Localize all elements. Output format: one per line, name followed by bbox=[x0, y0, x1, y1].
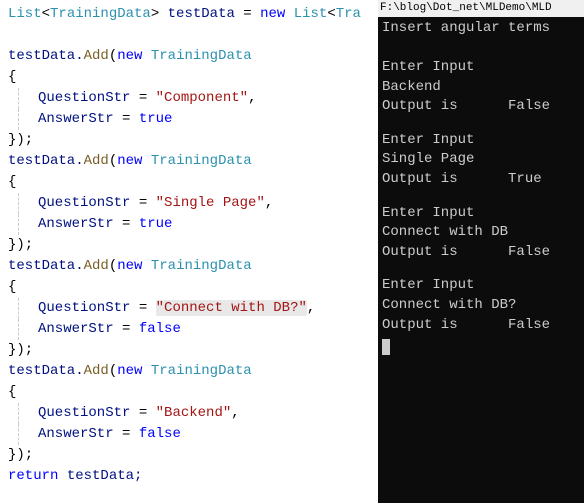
code-line[interactable]: return testData; bbox=[8, 466, 370, 487]
bool-token: false bbox=[139, 321, 181, 337]
variable-token: testData. bbox=[8, 363, 84, 379]
terminal-group: Enter InputBackendOutput is False bbox=[382, 58, 580, 117]
type-token: TrainingData bbox=[151, 363, 252, 379]
type-token: List bbox=[294, 6, 328, 22]
terminal-input: Connect with DB bbox=[382, 223, 580, 243]
type-token: TrainingData bbox=[151, 48, 252, 64]
code-line[interactable]: QuestionStr = "Backend", bbox=[8, 403, 370, 424]
keyword-token: new bbox=[117, 48, 142, 64]
code-line[interactable]: { bbox=[8, 382, 370, 403]
property-token: QuestionStr bbox=[38, 195, 130, 211]
terminal-input: Connect with DB? bbox=[382, 296, 580, 316]
code-line[interactable]: AnswerStr = true bbox=[8, 109, 370, 130]
code-line[interactable]: { bbox=[8, 277, 370, 298]
code-line[interactable]: testData.Add(new TrainingData bbox=[8, 256, 370, 277]
variable-token: testData. bbox=[8, 153, 84, 169]
code-line[interactable]: AnswerStr = true bbox=[8, 214, 370, 235]
keyword-token: new bbox=[117, 153, 142, 169]
code-line[interactable]: { bbox=[8, 172, 370, 193]
string-token: "Component" bbox=[156, 90, 248, 106]
terminal-group: Enter InputConnect with DBOutput is Fals… bbox=[382, 204, 580, 263]
property-token: QuestionStr bbox=[38, 300, 130, 316]
terminal-prompt: Enter Input bbox=[382, 276, 580, 296]
method-token: Add bbox=[84, 153, 109, 169]
code-line[interactable]: testData.Add(new TrainingData bbox=[8, 361, 370, 382]
code-line[interactable]: testData.Add(new TrainingData bbox=[8, 46, 370, 67]
variable-token: testData. bbox=[8, 258, 84, 274]
type-token: Tra bbox=[336, 6, 361, 22]
keyword-token: new bbox=[260, 6, 285, 22]
keyword-token: new bbox=[117, 258, 142, 274]
string-token: "Backend" bbox=[156, 405, 232, 421]
terminal-input: Backend bbox=[382, 78, 580, 98]
terminal-blank bbox=[382, 39, 580, 58]
property-token: AnswerStr bbox=[38, 216, 114, 232]
code-line[interactable]: QuestionStr = "Connect with DB?", bbox=[8, 298, 370, 319]
keyword-token: new bbox=[117, 363, 142, 379]
keyword-token: return bbox=[8, 468, 58, 484]
code-line[interactable]: }); bbox=[8, 130, 370, 151]
property-token: QuestionStr bbox=[38, 405, 130, 421]
terminal-output: Output is False bbox=[382, 316, 580, 336]
terminal-prompt: Enter Input bbox=[382, 204, 580, 224]
code-line[interactable]: QuestionStr = "Component", bbox=[8, 88, 370, 109]
terminal-output: Output is True bbox=[382, 170, 580, 190]
terminal-cursor-line[interactable] bbox=[382, 335, 580, 355]
method-token: Add bbox=[84, 258, 109, 274]
terminal-prompt: Enter Input bbox=[382, 58, 580, 78]
variable-token: testData; bbox=[67, 468, 143, 484]
string-token: "Connect with DB?" bbox=[156, 300, 307, 316]
bool-token: false bbox=[139, 426, 181, 442]
terminal-input: Single Page bbox=[382, 150, 580, 170]
code-line[interactable]: }); bbox=[8, 445, 370, 466]
code-line[interactable]: AnswerStr = false bbox=[8, 319, 370, 340]
terminal-group: Enter InputConnect with DB?Output is Fal… bbox=[382, 276, 580, 335]
terminal-panel[interactable]: F:\blog\Dot_net\MLDemo\MLD Insert angula… bbox=[378, 0, 584, 503]
code-line[interactable]: }); bbox=[8, 340, 370, 361]
code-line[interactable]: testData.Add(new TrainingData bbox=[8, 151, 370, 172]
code-line[interactable]: QuestionStr = "Single Page", bbox=[8, 193, 370, 214]
terminal-group: Enter InputSingle PageOutput is True bbox=[382, 131, 580, 190]
type-token: List bbox=[8, 6, 42, 22]
string-token: "Single Page" bbox=[156, 195, 265, 211]
type-token: TrainingData bbox=[151, 258, 252, 274]
code-editor-panel[interactable]: List<TrainingData> testData = new List<T… bbox=[0, 0, 378, 503]
variable-token: testData. bbox=[8, 48, 84, 64]
property-token: AnswerStr bbox=[38, 426, 114, 442]
variable-token: testData bbox=[168, 6, 235, 22]
property-token: AnswerStr bbox=[38, 321, 114, 337]
type-token: TrainingData bbox=[151, 153, 252, 169]
method-token: Add bbox=[84, 363, 109, 379]
terminal-header: Insert angular terms bbox=[382, 19, 580, 39]
type-token: TrainingData bbox=[50, 6, 151, 22]
code-line[interactable]: AnswerStr = false bbox=[8, 424, 370, 445]
method-token: Add bbox=[84, 48, 109, 64]
cursor-icon bbox=[382, 339, 390, 355]
terminal-output: Output is False bbox=[382, 97, 580, 117]
property-token: AnswerStr bbox=[38, 111, 114, 127]
code-line-blank bbox=[8, 25, 370, 46]
code-line[interactable]: { bbox=[8, 67, 370, 88]
code-line[interactable]: List<TrainingData> testData = new List<T… bbox=[8, 4, 370, 25]
terminal-output: Output is False bbox=[382, 243, 580, 263]
code-line[interactable]: }); bbox=[8, 235, 370, 256]
property-token: QuestionStr bbox=[38, 90, 130, 106]
bool-token: true bbox=[139, 111, 173, 127]
terminal-title-bar: F:\blog\Dot_net\MLDemo\MLD bbox=[378, 0, 584, 17]
bool-token: true bbox=[139, 216, 173, 232]
terminal-prompt: Enter Input bbox=[382, 131, 580, 151]
